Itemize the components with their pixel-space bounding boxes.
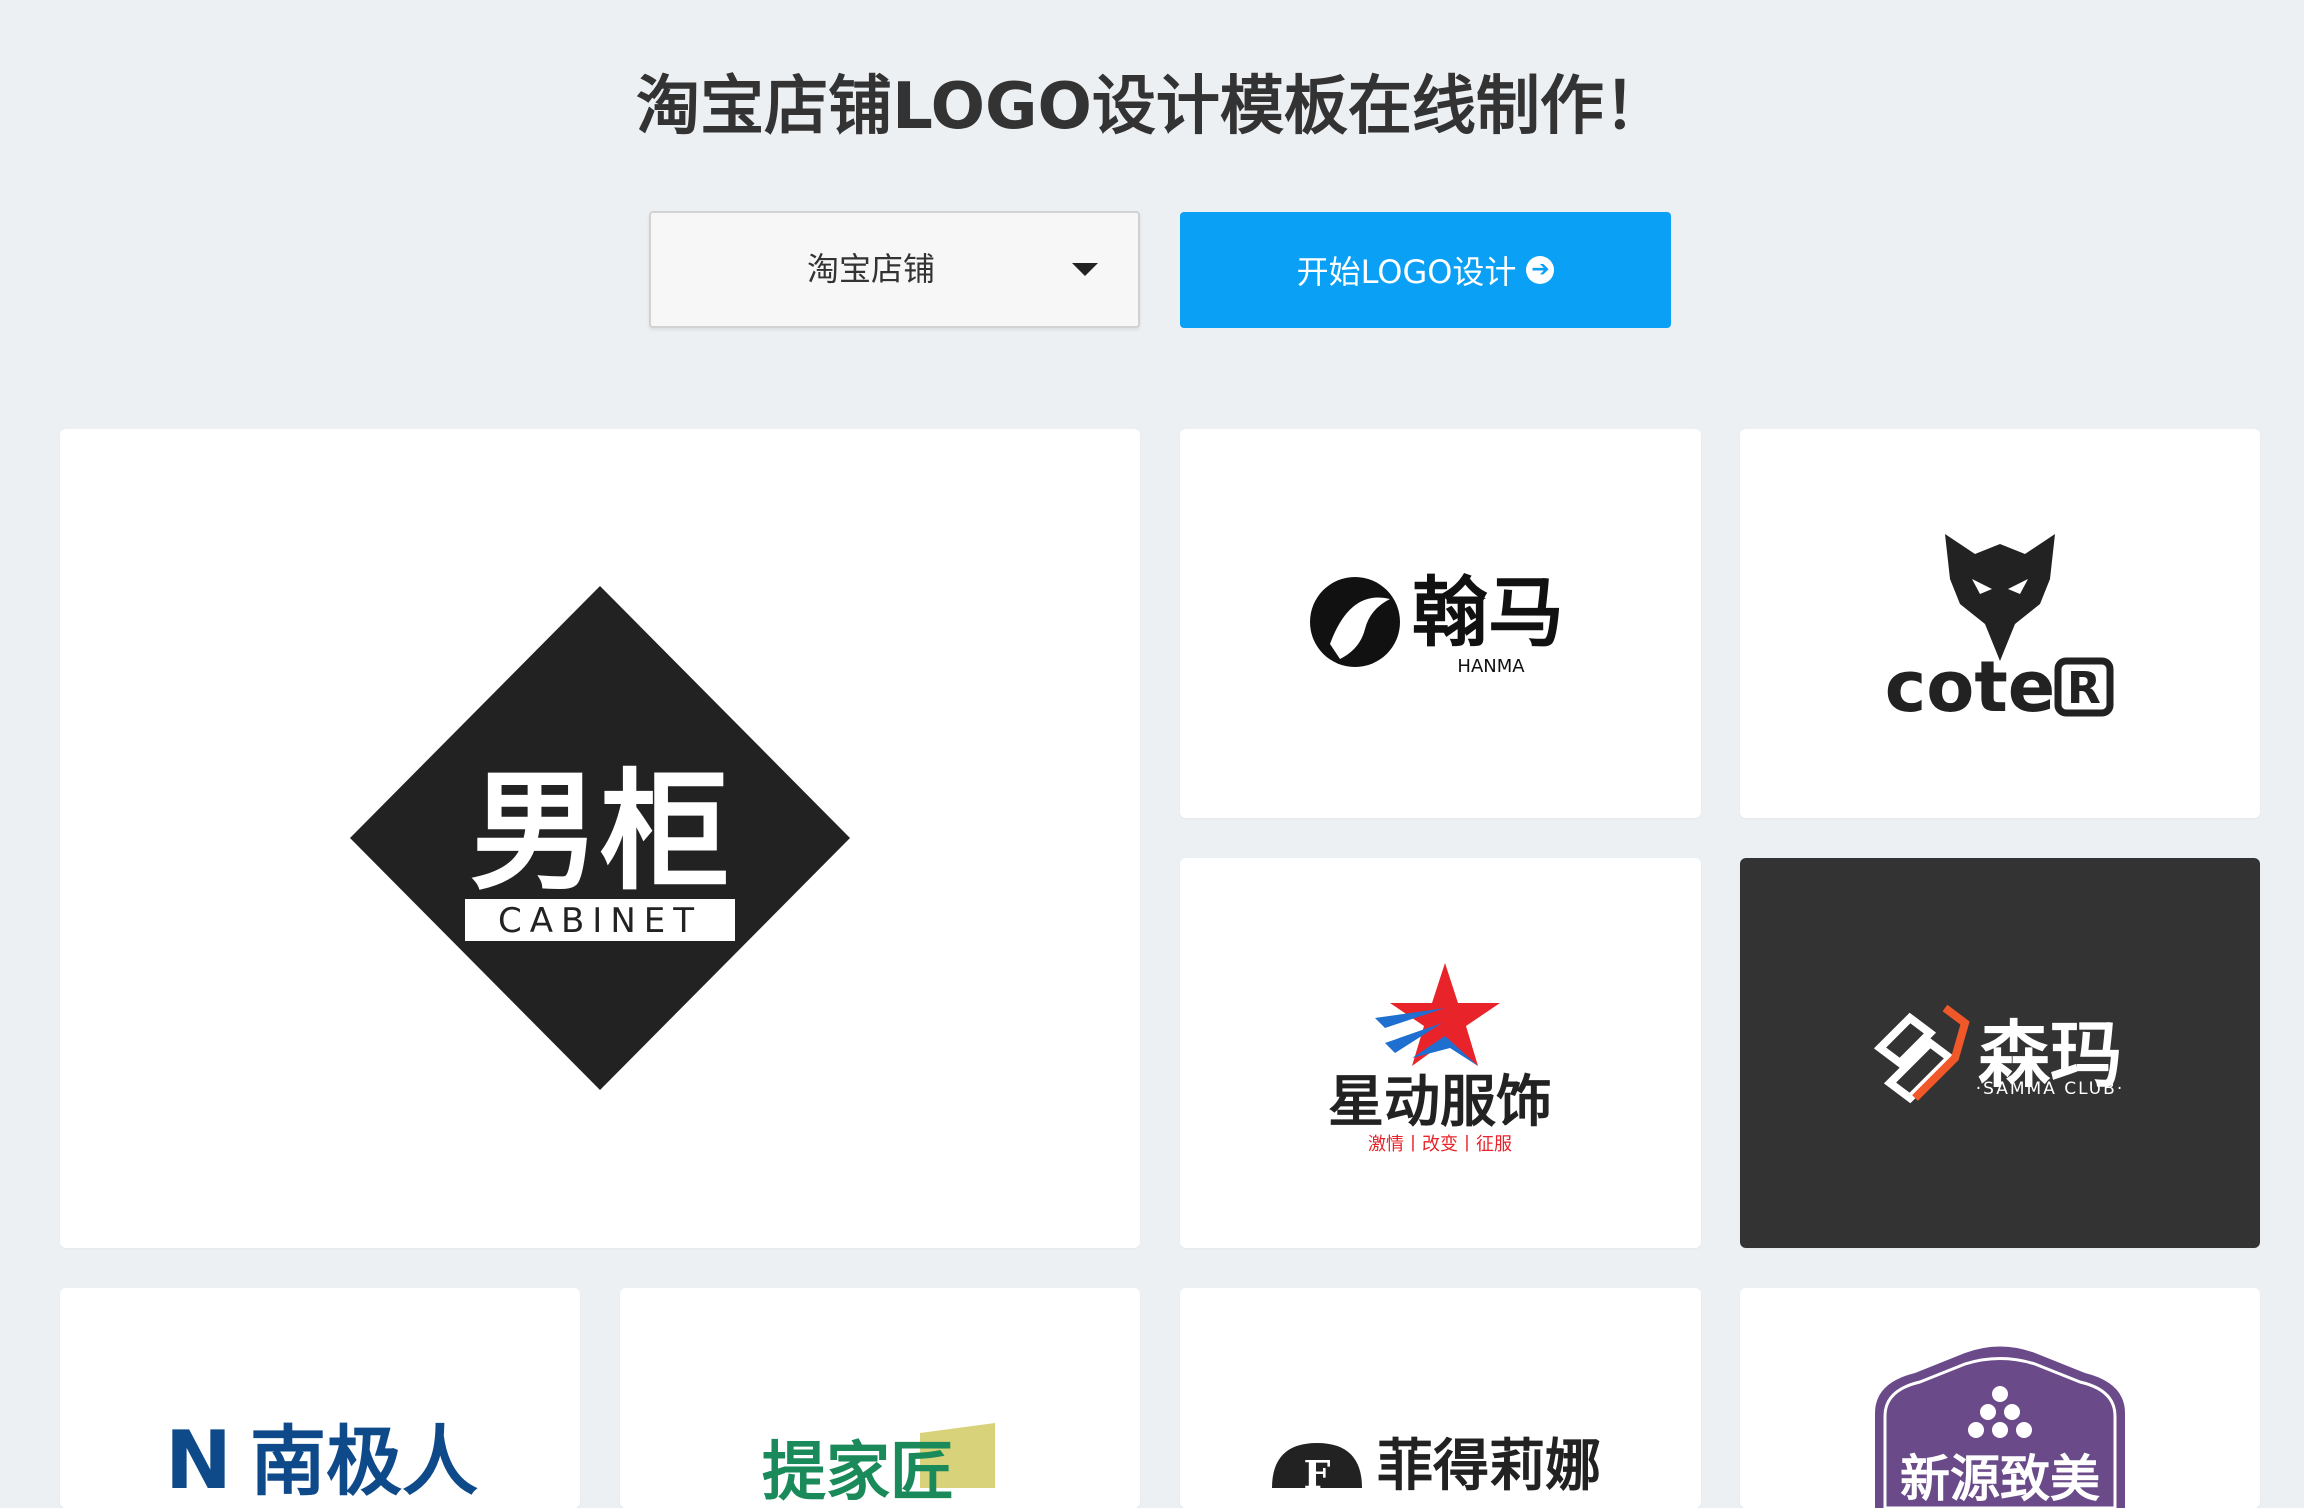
page-title: 淘宝店铺LOGO设计模板在线制作！: [0, 55, 2304, 147]
nanjiren-mark: N: [165, 1414, 232, 1507]
arrow-right-circle-icon: ➔: [1526, 256, 1554, 284]
chevron-down-icon: [1072, 263, 1098, 276]
logo-card-hanma[interactable]: 翰马 HANMA: [1180, 429, 1701, 818]
feidelina-cn: 菲得莉娜: [1377, 1433, 1601, 1499]
logo-card-cote[interactable]: cote R: [1740, 429, 2260, 818]
hanma-en: HANMA: [1457, 656, 1525, 677]
feidelina-mark: F: [1304, 1452, 1331, 1497]
logo-card-feidelina[interactable]: F 菲得莉娜: [1180, 1288, 1701, 1508]
nanjiren-logo: N 南极人: [60, 1288, 580, 1508]
start-button-label: 开始LOGO设计: [1297, 247, 1517, 293]
logo-card-nanjiren[interactable]: N 南极人: [60, 1288, 580, 1508]
category-select[interactable]: 淘宝店铺: [649, 211, 1140, 328]
xingdong-slogan: 激情丨改变丨征服: [1368, 1134, 1512, 1155]
xinyuan-cn: 新源致美: [1900, 1450, 2100, 1508]
start-logo-design-button[interactable]: 开始LOGO设计 ➔: [1180, 212, 1671, 328]
cote-mark: R: [2067, 663, 2101, 714]
cabinet-cn: 男柜: [470, 756, 730, 908]
cote-name: cote: [1885, 646, 2056, 728]
samma-en: ·SAMMA CLUB·: [1976, 1079, 2125, 1099]
logo-card-xingdong[interactable]: 星动服饰 激情丨改变丨征服: [1180, 858, 1701, 1248]
nanjiren-cn: 南极人: [250, 1417, 478, 1506]
cote-logo: cote R: [1740, 429, 2260, 818]
logo-card-tijiajiang[interactable]: 提家匠: [620, 1288, 1140, 1508]
cabinet-en: CABINET: [498, 901, 702, 941]
hanma-cn: 翰马: [1412, 568, 1564, 657]
category-select-value: 淘宝店铺: [651, 213, 1091, 326]
logo-card-cabinet[interactable]: 男柜 CABINET: [60, 429, 1140, 1248]
tijiajiang-cn: 提家匠: [762, 1436, 954, 1508]
samma-logo: 森玛 ·SAMMA CLUB·: [1740, 858, 2260, 1248]
logo-card-samma[interactable]: 森玛 ·SAMMA CLUB·: [1740, 858, 2260, 1248]
logo-card-xinyuan[interactable]: 新源致美: [1740, 1288, 2260, 1508]
xingdong-logo: 星动服饰 激情丨改变丨征服: [1180, 858, 1701, 1248]
wolf-head-icon: [1945, 534, 2055, 661]
hanma-logo: 翰马 HANMA: [1180, 429, 1701, 818]
tijiajiang-logo: 提家匠: [620, 1288, 1140, 1508]
cabinet-logo: 男柜 CABINET: [60, 429, 1140, 1248]
feidelina-logo: F 菲得莉娜: [1180, 1288, 1701, 1508]
xinyuan-logo: 新源致美: [1740, 1288, 2260, 1508]
xingdong-cn: 星动服饰: [1328, 1070, 1552, 1135]
samma-mark-icon: [1880, 1008, 1965, 1098]
